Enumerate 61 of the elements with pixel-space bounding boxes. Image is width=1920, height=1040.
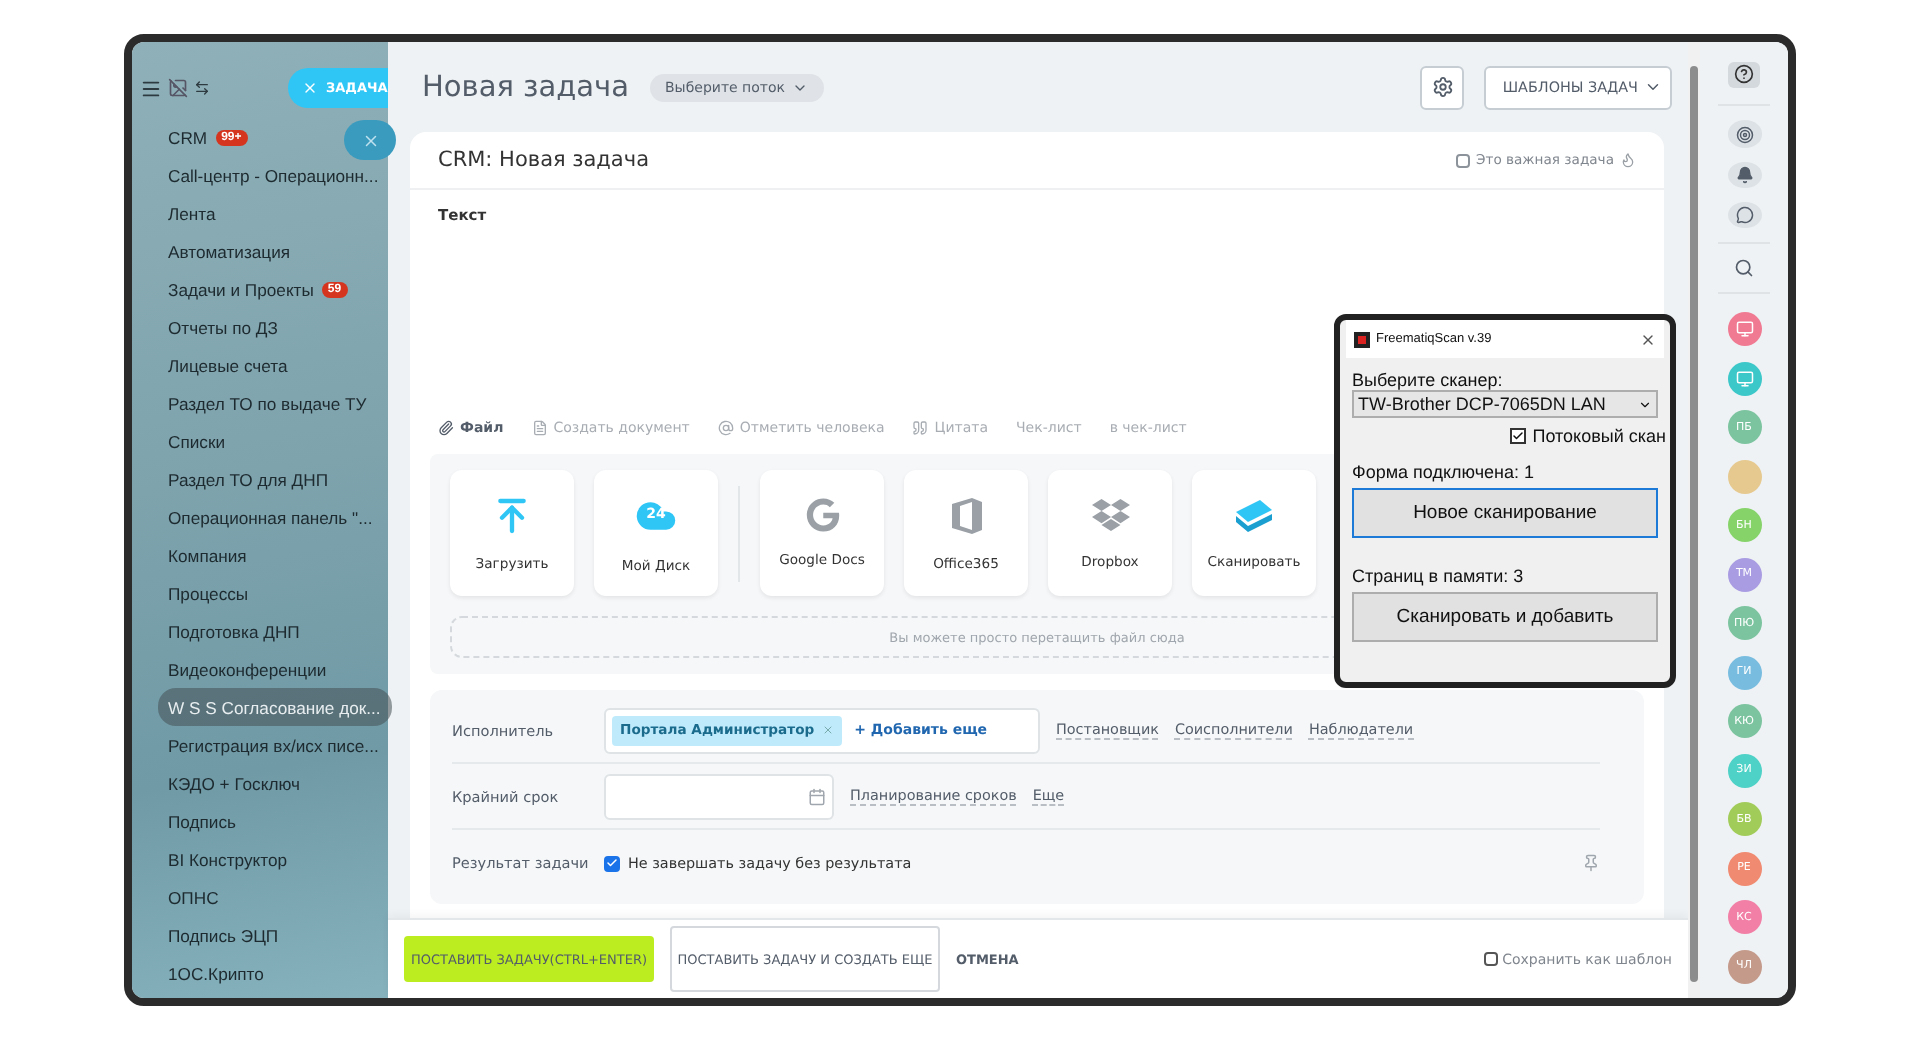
flame-icon xyxy=(1620,152,1636,168)
quote-icon xyxy=(912,419,929,435)
task-title: CRM: Новая задача xyxy=(438,148,650,172)
close-icon xyxy=(302,80,318,96)
scanner-label: Выберите сканер: xyxy=(1352,370,1505,390)
scanner-select[interactable]: TW-Brother DCP-7065DN LAN xyxy=(1352,390,1658,418)
sidebar-item[interactable]: Лицевые счета xyxy=(132,346,292,384)
sidebar-item[interactable]: Компания xyxy=(132,536,251,574)
pages-status: Страниц в памяти: 3 xyxy=(1352,566,1526,586)
settings-button[interactable] xyxy=(1420,65,1465,109)
sidebar-item[interactable]: Подпись ЭЦП xyxy=(132,916,283,954)
office-logo-icon xyxy=(949,495,983,535)
sidebar-item[interactable]: Подготовка ДНП xyxy=(132,612,304,650)
sidebar-item[interactable]: Автоматизация xyxy=(132,232,295,270)
upload-icon xyxy=(492,495,532,535)
chevron-down-icon xyxy=(1638,397,1652,411)
google-logo-icon xyxy=(805,498,839,532)
sidebar-item[interactable]: КЭДО + Госключ xyxy=(132,764,304,802)
sidebar-item[interactable]: Отчеты по ДЗ xyxy=(132,308,282,346)
sidebar-item[interactable]: Call-центр - Операционн... xyxy=(132,156,383,194)
scan-and-add-button[interactable]: Сканировать и добавить xyxy=(1352,592,1658,642)
sidebar-item[interactable]: W S S Согласование док... xyxy=(158,688,393,726)
document-icon xyxy=(531,419,548,435)
sidebar-item[interactable]: Процессы xyxy=(132,574,253,612)
scanner-app-icon xyxy=(1354,331,1370,347)
sidebar-item[interactable]: Раздел ТО для ДНП xyxy=(132,460,332,498)
deadline-field[interactable] xyxy=(604,773,834,819)
stream-scan-checkbox[interactable]: Потоковый скан xyxy=(1352,426,1666,446)
dropbox-logo-icon xyxy=(1091,496,1129,534)
sidebar-item[interactable]: Лента xyxy=(132,194,220,232)
close-button[interactable] xyxy=(1640,331,1656,347)
notifications-icon[interactable] xyxy=(1727,161,1761,189)
chat-icon[interactable] xyxy=(1727,202,1761,229)
sidebar-item[interactable]: Раздел ТО по выдаче ТУ xyxy=(132,384,371,422)
help-button[interactable] xyxy=(1728,62,1760,88)
settings-icon xyxy=(1431,76,1454,98)
swap-arrows-icon[interactable] xyxy=(194,80,210,96)
paperclip-icon xyxy=(438,419,454,435)
calendar-icon xyxy=(808,787,826,805)
chevron-down-icon xyxy=(1644,78,1662,96)
target-icon[interactable] xyxy=(1727,120,1761,148)
check-icon xyxy=(1512,430,1525,442)
close-icon xyxy=(361,131,379,149)
broken-image-icon xyxy=(168,78,188,98)
at-sign-icon xyxy=(717,419,734,435)
scanner-icon xyxy=(1232,497,1276,533)
sidebar-item[interactable]: Списки xyxy=(132,422,230,460)
sidebar-item[interactable]: Подпись xyxy=(132,802,241,840)
sidebar-item[interactable]: ОПНС xyxy=(132,878,223,916)
form-status: Форма подключена: 1 xyxy=(1352,462,1536,482)
menu-icon[interactable] xyxy=(140,77,162,99)
new-scan-button[interactable]: Новое сканирование xyxy=(1352,488,1658,538)
chat-avatar[interactable] xyxy=(1727,312,1761,346)
sidebar-item[interactable]: Операционная панель "... xyxy=(132,498,377,536)
sidebar-item[interactable]: Регистрация вх/исх писе... xyxy=(132,726,383,764)
search-icon[interactable] xyxy=(1734,258,1754,279)
sidebar-item[interactable]: Видеоконференции xyxy=(132,650,331,688)
page-title: Новая задача xyxy=(422,71,629,103)
sidebar-item[interactable]: 1ОС.Крипто xyxy=(132,954,268,992)
sidebar-item[interactable]: BI Конструктор xyxy=(132,840,292,878)
result-checkbox[interactable] xyxy=(604,855,620,871)
